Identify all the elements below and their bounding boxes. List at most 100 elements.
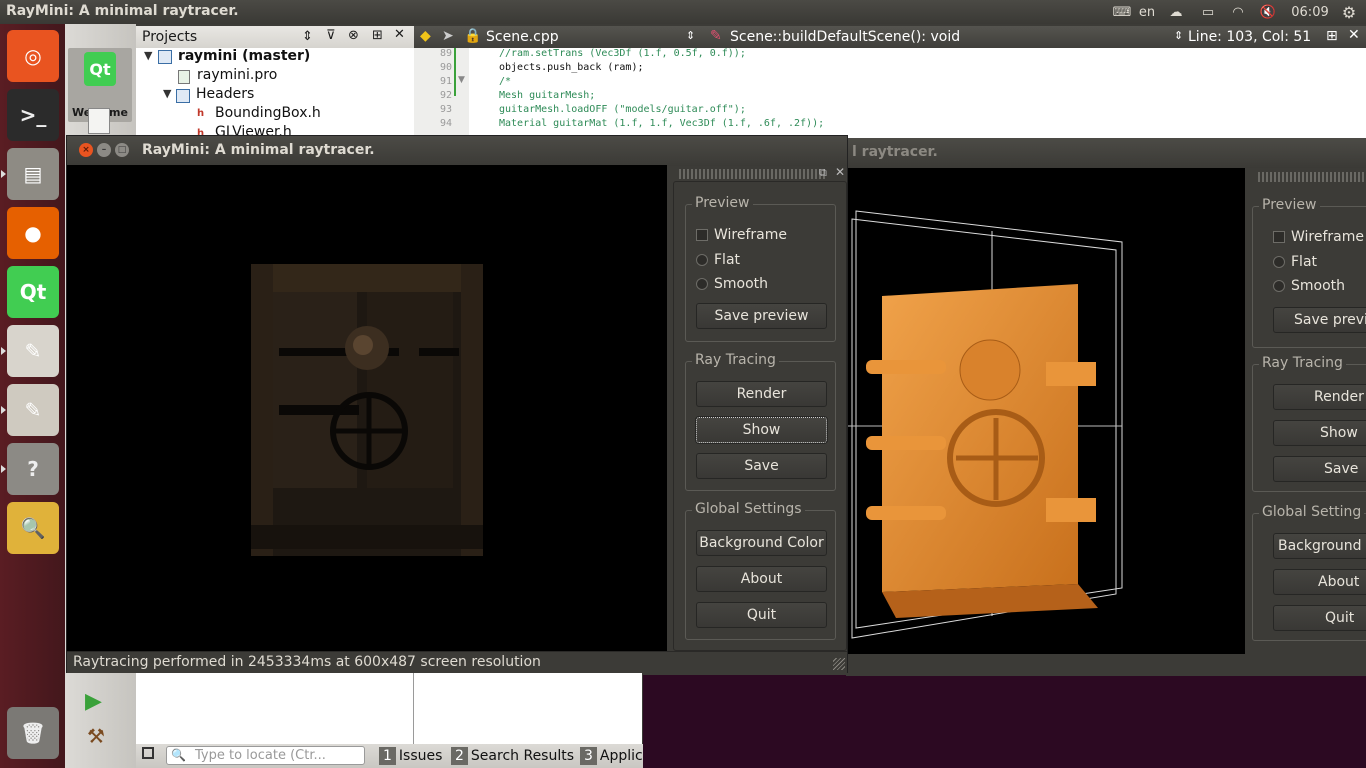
help-launcher-icon[interactable]: ? — [7, 443, 59, 495]
tree-item-boundingbox[interactable]: BoundingBox.h — [215, 105, 321, 121]
back-titlebar[interactable]: l raytracer. — [846, 138, 1366, 168]
tab-application-output[interactable]: 3 Applic — [580, 747, 643, 765]
float-icon[interactable]: ⧉ — [819, 166, 827, 180]
split-icon[interactable]: ⊞ — [372, 28, 383, 43]
minimize-icon[interactable]: – — [97, 143, 111, 157]
group-label: Global Setting — [1259, 504, 1365, 520]
qt-creator-launcher-icon[interactable]: Qt — [7, 266, 59, 318]
trash-launcher-icon[interactable]: 🗑 — [7, 707, 59, 759]
maximize-icon[interactable]: □ — [115, 143, 129, 157]
front-titlebar[interactable]: × – □ RayMini: A minimal raytracer. — [67, 136, 847, 166]
option-label: Wireframe — [714, 227, 788, 243]
option-label: Flat — [714, 252, 741, 268]
clock[interactable]: 06:09 — [1290, 0, 1330, 24]
close-icon[interactable]: × — [79, 143, 93, 157]
terminal-launcher-icon[interactable]: >_ — [7, 89, 59, 141]
raytracing-group: Ray Tracing Render Show Save — [685, 352, 836, 491]
show-button[interactable]: Show — [695, 416, 828, 444]
filter-icon[interactable]: ⊽ — [326, 28, 336, 43]
front-window-title: RayMini: A minimal raytracer. — [142, 142, 375, 158]
files-launcher-icon[interactable]: ▤ — [7, 148, 59, 200]
fold-arrow-icon[interactable]: ▼ — [458, 75, 465, 85]
save-button[interactable]: Save — [1273, 456, 1366, 482]
smooth-radio[interactable]: Smooth — [1273, 278, 1345, 294]
locator-field[interactable]: 🔍 Type to locate (Ctr... — [166, 746, 365, 765]
document-viewer-launcher-icon[interactable]: ✎ — [7, 325, 59, 377]
raytrace-viewer[interactable] — [67, 165, 667, 651]
save-preview-button[interactable]: Save previ — [1273, 307, 1366, 333]
quit-button[interactable]: Quit — [1273, 605, 1366, 631]
build-icon[interactable]: ⚒ — [87, 724, 115, 750]
about-button[interactable]: About — [1273, 569, 1366, 595]
running-indicator — [1, 170, 6, 178]
wireframe-checkbox[interactable]: Wireframe — [696, 227, 787, 243]
link-icon[interactable]: ⊗ — [348, 28, 359, 43]
collapse-arrow-icon[interactable]: ▼ — [163, 87, 171, 100]
battery-icon[interactable]: ▭ — [1196, 0, 1220, 24]
dock-handle[interactable] — [1258, 172, 1366, 182]
code-line: /* — [499, 76, 512, 87]
resize-grip-icon[interactable] — [833, 658, 845, 670]
smooth-radio[interactable]: Smooth — [696, 276, 768, 292]
wifi-icon[interactable]: ◠ — [1226, 0, 1250, 24]
flat-radio[interactable]: Flat — [1273, 254, 1317, 270]
chevron-updown-icon[interactable]: ⇕ — [302, 29, 313, 44]
dock-handle[interactable] — [679, 169, 825, 179]
text-editor-launcher-icon[interactable]: ✎ — [7, 384, 59, 436]
group-label: Preview — [1259, 197, 1320, 213]
tree-item-project[interactable]: raymini (master) — [178, 48, 310, 64]
close-icon[interactable]: ✕ — [835, 165, 845, 179]
tree-item-headers[interactable]: Headers — [196, 86, 254, 102]
wireframe-checkbox[interactable]: Wireframe — [1273, 229, 1364, 245]
cursor-position[interactable]: Line: 103, Col: 51 — [1188, 29, 1311, 45]
split-icon[interactable]: ⊞ — [1326, 28, 1338, 44]
flat-radio[interactable]: Flat — [696, 252, 740, 268]
quit-button[interactable]: Quit — [696, 602, 827, 628]
back-arrow-icon[interactable]: ◆ — [420, 28, 431, 44]
tree-item-pro[interactable]: raymini.pro — [197, 67, 277, 83]
render-button[interactable]: Render — [696, 381, 827, 407]
back-global-group: Global Setting Background C About Quit — [1252, 504, 1366, 641]
qt-logo-icon: Qt — [84, 52, 116, 86]
preview-group: Preview Wireframe Flat Smooth Save previ… — [685, 195, 836, 342]
background-color-button[interactable]: Background Color — [696, 530, 827, 556]
opengl-viewer[interactable] — [846, 168, 1245, 654]
run-icon[interactable]: ▶ — [85, 689, 113, 715]
background-color-button[interactable]: Background C — [1273, 533, 1366, 559]
toggle-sidebar-icon[interactable] — [142, 747, 154, 759]
projects-selector[interactable]: Projects — [142, 29, 197, 45]
pro-file-icon — [178, 70, 190, 84]
volume-mute-icon[interactable]: 🔇 — [1256, 0, 1280, 24]
symbol-selector[interactable]: Scene::buildDefaultScene(): void — [730, 29, 960, 45]
function-icon: ✎ — [710, 28, 722, 44]
render-button[interactable]: Render — [1273, 384, 1366, 410]
edit-mode-icon[interactable] — [88, 108, 110, 134]
ubuntu-dash-launcher-icon[interactable]: ◎ — [7, 30, 59, 82]
keyboard-layout[interactable]: en — [1136, 0, 1158, 24]
gear-icon[interactable]: ⚙ — [1336, 0, 1362, 24]
code-line: Material guitarMat (1.f, 1.f, Vec3Df (1.… — [499, 118, 825, 129]
show-button[interactable]: Show — [1273, 420, 1366, 446]
save-preview-button[interactable]: Save preview — [696, 303, 827, 329]
option-label: Smooth — [1291, 278, 1346, 294]
collapse-arrow-icon[interactable]: ▼ — [144, 49, 152, 62]
chevron-updown-icon[interactable]: ⇕ — [1174, 29, 1183, 42]
image-viewer-launcher-icon[interactable]: 🔍 — [7, 502, 59, 554]
group-label: Ray Tracing — [692, 352, 779, 368]
project-icon — [158, 50, 172, 64]
top-panel: RayMini: A minimal raytracer. ⌨ en ☁ ▭ ◠… — [0, 0, 1366, 24]
tab-issues[interactable]: 1 Issues — [379, 747, 442, 765]
forward-arrow-icon[interactable]: ➤ — [442, 28, 454, 44]
close-icon[interactable]: ✕ — [1348, 27, 1360, 43]
close-icon[interactable]: ✕ — [394, 27, 405, 42]
firefox-launcher-icon[interactable]: ● — [7, 207, 59, 259]
file-selector[interactable]: Scene.cpp — [486, 29, 559, 45]
editor-toolbar: ◆ ➤ 🔒 Scene.cpp ⇕ ✎ Scene::buildDefaultS… — [414, 26, 1366, 48]
save-button[interactable]: Save — [696, 453, 827, 479]
status-message: Raytracing performed in 2453334ms at 600… — [73, 654, 541, 670]
tab-search-results[interactable]: 2 Search Results — [451, 747, 574, 765]
chevron-updown-icon[interactable]: ⇕ — [686, 29, 695, 42]
about-button[interactable]: About — [696, 566, 827, 592]
keyboard-icon[interactable]: ⌨ — [1110, 0, 1134, 24]
cloud-icon[interactable]: ☁ — [1164, 0, 1188, 24]
